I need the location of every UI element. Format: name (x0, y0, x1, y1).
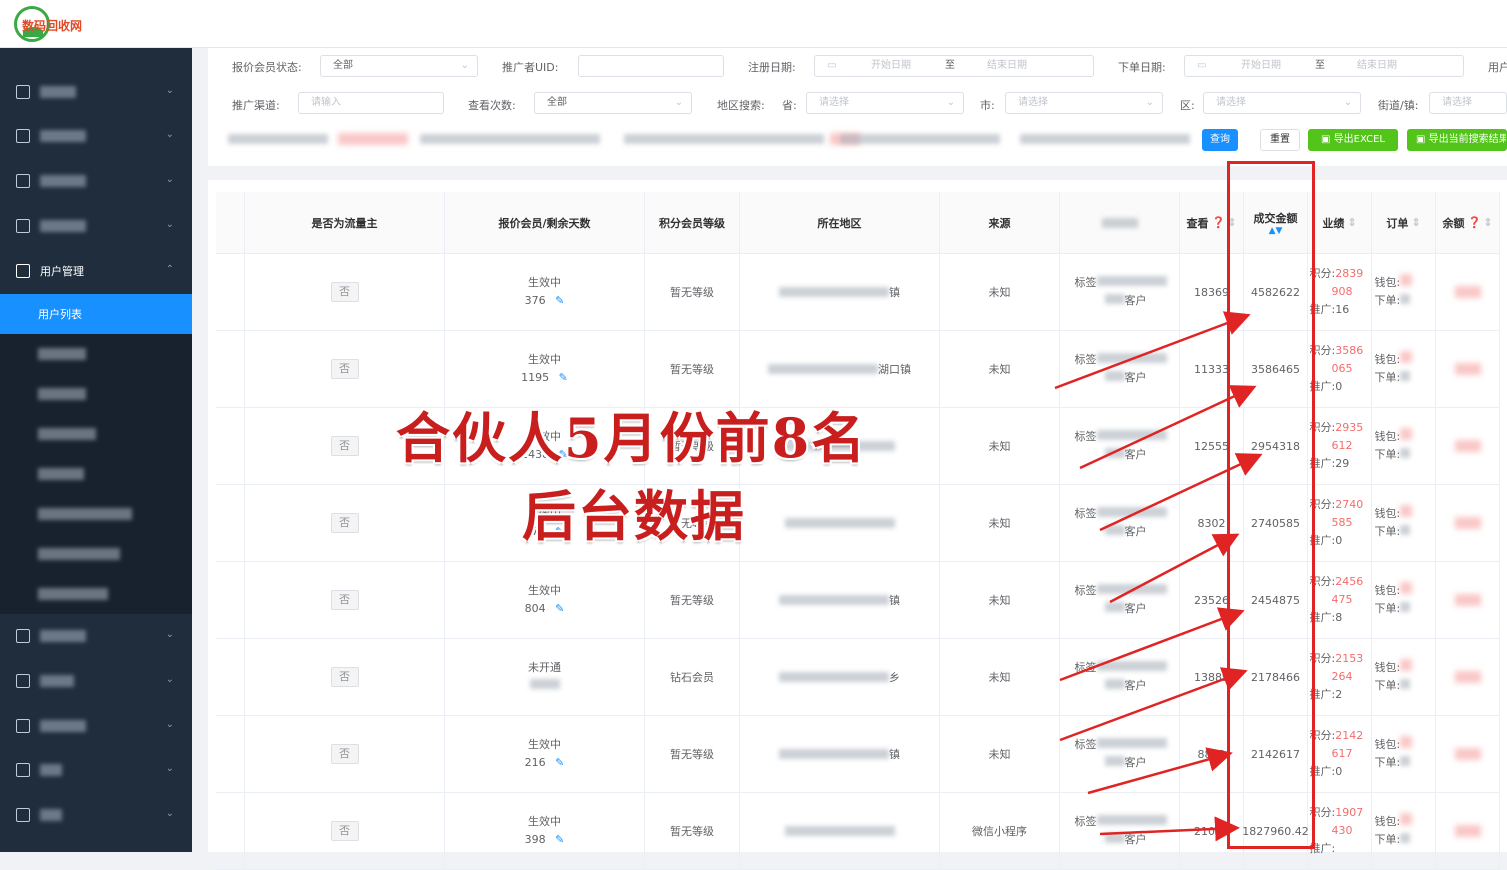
arrow-7 (1087, 747, 1233, 795)
arrow-8 (1099, 816, 1240, 842)
arrow-2 (1079, 385, 1257, 470)
annotation-line-2: 后台数据 (522, 484, 746, 548)
arrow-6 (1059, 667, 1248, 742)
annotation-line-1: 合伙人5月份前8名 (396, 406, 868, 470)
arrow-5 (1059, 607, 1245, 682)
arrow-3 (1099, 453, 1263, 532)
arrow-4 (1109, 533, 1240, 604)
arrow-1 (1054, 311, 1251, 390)
